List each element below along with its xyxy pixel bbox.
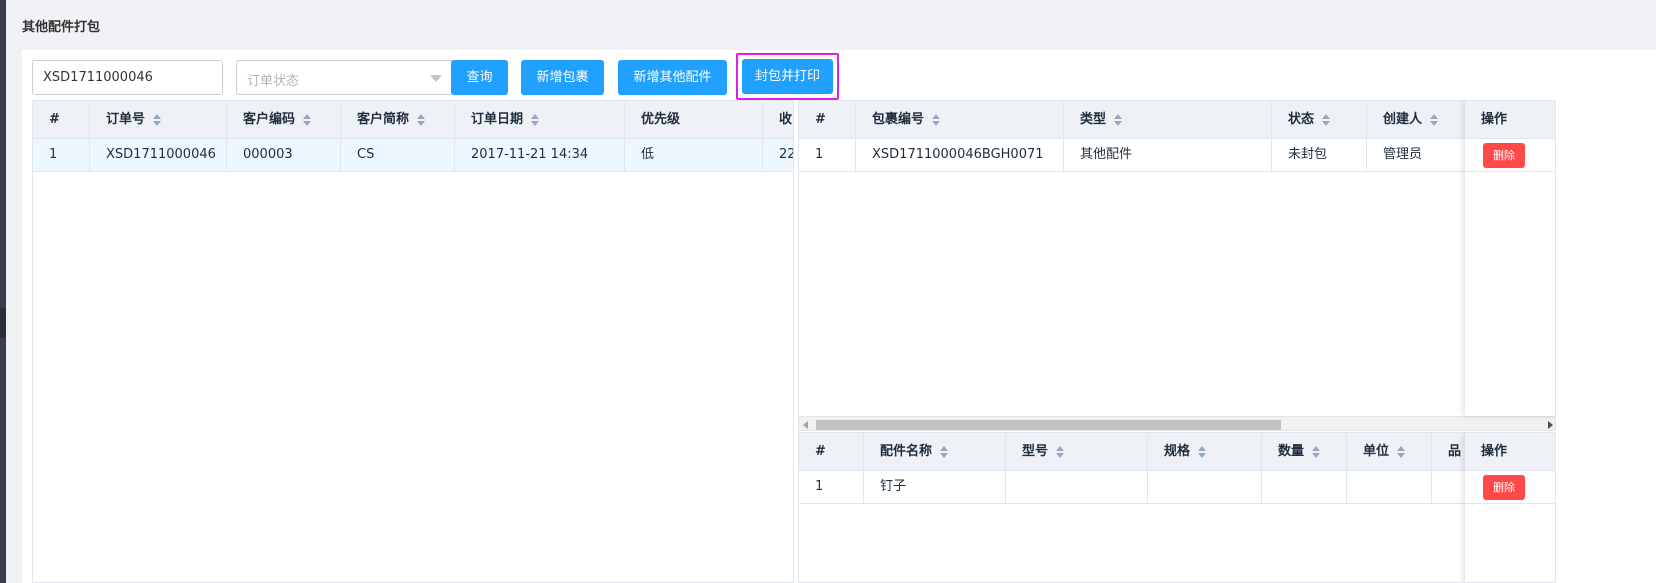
col-receiver: 收	[779, 112, 793, 127]
col-index: #	[799, 101, 856, 138]
cell-model	[1006, 471, 1148, 503]
col-customer-name[interactable]: 客户简称	[341, 101, 455, 138]
sort-icon[interactable]	[1312, 445, 1321, 458]
cell-quantity	[1262, 471, 1347, 503]
main-panel: 订单状态 查询 新增包裹 新增其他配件 封包并打印 # 订单号 客户编码 客户简…	[22, 50, 1656, 583]
col-status[interactable]: 状态	[1272, 101, 1367, 138]
caret-down-icon	[430, 75, 442, 82]
delete-part-button[interactable]: 删除	[1483, 475, 1525, 500]
parts-action-column: 操作 删除	[1465, 433, 1555, 582]
col-action: 操作	[1481, 444, 1508, 459]
orders-table-header: # 订单号 客户编码 客户简称 订单日期 优先级 收	[33, 101, 793, 139]
sort-icon[interactable]	[1114, 113, 1123, 126]
cell-type: 其他配件	[1064, 139, 1272, 171]
col-action: 操作	[1481, 112, 1508, 127]
sort-icon[interactable]	[1430, 113, 1439, 126]
cell-package-no: XSD1711000046BGH0071	[856, 139, 1064, 171]
col-creator[interactable]: 创建人	[1367, 101, 1467, 138]
cell-unit	[1347, 471, 1432, 503]
col-type[interactable]: 类型	[1064, 101, 1272, 138]
col-spec[interactable]: 规格	[1148, 433, 1262, 470]
packages-table: # 包裹编号 类型 状态 创建人 1 XSD1711000046BGH0071 …	[798, 100, 1556, 431]
scroll-left-icon[interactable]	[803, 421, 808, 429]
table-row[interactable]: 1 XSD1711000046BGH0071 其他配件 未封包 管理员	[799, 139, 1555, 172]
sort-icon[interactable]	[531, 113, 540, 126]
action-header: 操作	[1465, 433, 1555, 471]
table-row[interactable]: 1 钉子	[799, 471, 1555, 504]
cell-status: 未封包	[1272, 139, 1367, 171]
col-part-name[interactable]: 配件名称	[864, 433, 1006, 470]
action-row: 删除	[1465, 139, 1555, 172]
sort-icon[interactable]	[932, 113, 941, 126]
add-package-button[interactable]: 新增包裹	[521, 60, 604, 95]
sort-icon[interactable]	[940, 445, 949, 458]
col-model[interactable]: 型号	[1006, 433, 1148, 470]
cell-order-no: XSD1711000046	[90, 139, 227, 171]
parts-table-header: # 配件名称 型号 规格 数量 单位 品	[799, 433, 1555, 471]
scrollbar-thumb[interactable]	[816, 420, 1281, 430]
col-package-no[interactable]: 包裹编号	[856, 101, 1064, 138]
parts-table: # 配件名称 型号 规格 数量 单位 品 1 钉子 操作 删除	[798, 432, 1556, 583]
cell-creator: 管理员	[1367, 139, 1467, 171]
cell-receiver: 22	[779, 147, 794, 162]
cell-spec	[1148, 471, 1262, 503]
orders-table: # 订单号 客户编码 客户简称 订单日期 优先级 收 1 XSD17110000…	[32, 100, 794, 583]
sort-icon[interactable]	[1397, 445, 1406, 458]
col-unit[interactable]: 单位	[1347, 433, 1432, 470]
page-container: 其他配件打包 订单状态 查询 新增包裹 新增其他配件 封包并打印 # 订单号 客…	[6, 0, 1656, 583]
sort-icon[interactable]	[303, 113, 312, 126]
sort-icon[interactable]	[1056, 445, 1065, 458]
sort-icon[interactable]	[417, 113, 426, 126]
col-quantity[interactable]: 数量	[1262, 433, 1347, 470]
seal-and-print-button[interactable]: 封包并打印	[742, 59, 833, 94]
seal-print-highlight: 封包并打印	[736, 53, 839, 100]
order-number-input[interactable]	[32, 60, 223, 95]
col-index: #	[33, 101, 90, 138]
sort-icon[interactable]	[153, 113, 162, 126]
order-status-select[interactable]: 订单状态	[236, 60, 453, 95]
cell-order-date: 2017-11-21 14:34	[455, 139, 625, 171]
action-header: 操作	[1465, 101, 1555, 139]
table-row[interactable]: 1 XSD1711000046 000003 CS 2017-11-21 14:…	[33, 139, 794, 172]
col-index: #	[799, 433, 864, 470]
query-button[interactable]: 查询	[451, 60, 508, 95]
scroll-right-icon[interactable]	[1548, 421, 1553, 429]
add-other-parts-button[interactable]: 新增其他配件	[618, 60, 727, 95]
cell-index: 1	[799, 471, 864, 503]
cell-index: 1	[799, 139, 856, 171]
cell-customer-code: 000003	[227, 139, 341, 171]
col-customer-code[interactable]: 客户编码	[227, 101, 341, 138]
packages-action-column: 操作 删除	[1465, 101, 1555, 416]
sort-icon[interactable]	[1198, 445, 1207, 458]
order-status-placeholder: 订单状态	[247, 74, 300, 89]
cell-part-name: 钉子	[864, 471, 1006, 503]
col-order-no[interactable]: 订单号	[90, 101, 227, 138]
page-title: 其他配件打包	[22, 20, 101, 35]
packages-table-header: # 包裹编号 类型 状态 创建人	[799, 101, 1555, 139]
sort-icon[interactable]	[1322, 113, 1331, 126]
cell-priority: 低	[625, 139, 763, 171]
delete-package-button[interactable]: 删除	[1483, 143, 1525, 168]
cell-index: 1	[33, 139, 90, 171]
col-order-date[interactable]: 订单日期	[455, 101, 625, 138]
col-priority: 优先级	[625, 101, 763, 138]
horizontal-scrollbar[interactable]	[799, 416, 1555, 430]
action-row: 删除	[1465, 471, 1555, 504]
cell-customer-name: CS	[341, 139, 455, 171]
